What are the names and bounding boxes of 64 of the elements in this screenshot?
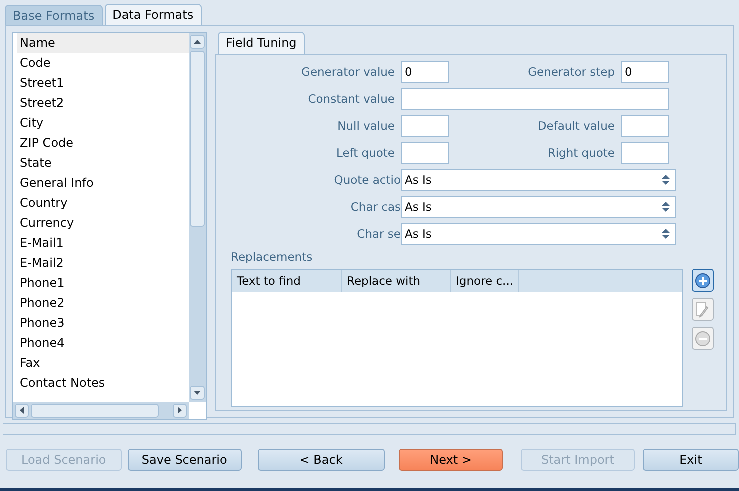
input-field[interactable] (621, 115, 669, 137)
input-field[interactable] (621, 142, 669, 164)
field-label: Constant value (307, 92, 396, 106)
field-label: Left quote (336, 146, 396, 160)
list-item[interactable]: E-Mail2 (17, 253, 189, 273)
list-item[interactable]: State (17, 153, 189, 173)
list-item[interactable]: Fax (17, 353, 189, 373)
input-field[interactable] (401, 142, 449, 164)
field-label: Generator value (300, 65, 396, 79)
input-field[interactable] (401, 115, 449, 137)
list-item[interactable]: City (17, 113, 189, 133)
field-label: Right quote (546, 146, 616, 160)
list-item[interactable]: Phone1 (17, 273, 189, 293)
add-button[interactable] (692, 269, 714, 292)
list-item[interactable]: Phone4 (17, 333, 189, 353)
wizard-button[interactable]: Save Scenario (128, 449, 242, 471)
list-item[interactable]: Name (17, 33, 189, 53)
scroll-thumb[interactable] (31, 404, 159, 418)
column-header[interactable]: Replace with (342, 270, 451, 292)
field-label: Null value (336, 119, 396, 133)
list-item[interactable]: Street1 (17, 73, 189, 93)
right-arrow-icon (178, 407, 182, 414)
field-label: Quote actio (333, 173, 401, 187)
input-field[interactable] (401, 88, 669, 110)
field-label: Char cas (350, 200, 401, 214)
pencil-page-icon (695, 302, 711, 318)
column-header[interactable]: Text to find (232, 270, 342, 292)
list-item[interactable]: Country (17, 193, 189, 213)
section-title: Replacements (230, 250, 314, 264)
up-arrow-icon (194, 40, 201, 44)
tab[interactable]: Field Tuning (218, 32, 305, 54)
left-arrow-icon (20, 407, 24, 414)
spin-arrows-icon (662, 228, 670, 240)
dropdown[interactable]: As Is (401, 223, 676, 245)
field-label: Default value (536, 119, 616, 133)
list-item[interactable]: Code (17, 53, 189, 73)
input-field[interactable]: 0 (621, 61, 669, 83)
minus-circle-icon (695, 330, 711, 346)
list-item[interactable]: Contact Notes (17, 373, 189, 393)
dropdown[interactable]: As Is (401, 169, 676, 191)
scroll-thumb[interactable] (190, 51, 205, 227)
vertical-scrollbar[interactable] (189, 33, 206, 402)
wizard-button[interactable]: Next > (399, 449, 504, 471)
list-item[interactable]: Phone2 (17, 293, 189, 313)
input-field[interactable]: 0 (401, 61, 449, 83)
list-item[interactable]: General Info (17, 173, 189, 193)
down-arrow-icon (194, 391, 201, 395)
plus-circle-icon (695, 272, 711, 288)
dropdown[interactable]: As Is (401, 196, 676, 218)
list-item[interactable]: Street2 (17, 93, 189, 113)
list-item[interactable]: ZIP Code (17, 133, 189, 153)
list-item[interactable]: E-Mail1 (17, 233, 189, 253)
wizard-button[interactable]: Exit (642, 449, 739, 471)
column-header[interactable]: Ignore c... (451, 270, 519, 292)
spin-arrows-icon (662, 201, 670, 213)
field-label: Char se (356, 227, 401, 241)
tab[interactable]: Data Formats (104, 4, 202, 25)
list-item[interactable]: Currency (17, 213, 189, 233)
list-item[interactable]: Phone3 (17, 313, 189, 333)
tab[interactable]: Base Formats (5, 5, 103, 25)
spin-arrows-icon (662, 174, 670, 186)
field-label: Generator step (527, 65, 616, 79)
horizontal-scrollbar[interactable] (13, 402, 189, 419)
wizard-button[interactable]: < Back (258, 449, 386, 471)
